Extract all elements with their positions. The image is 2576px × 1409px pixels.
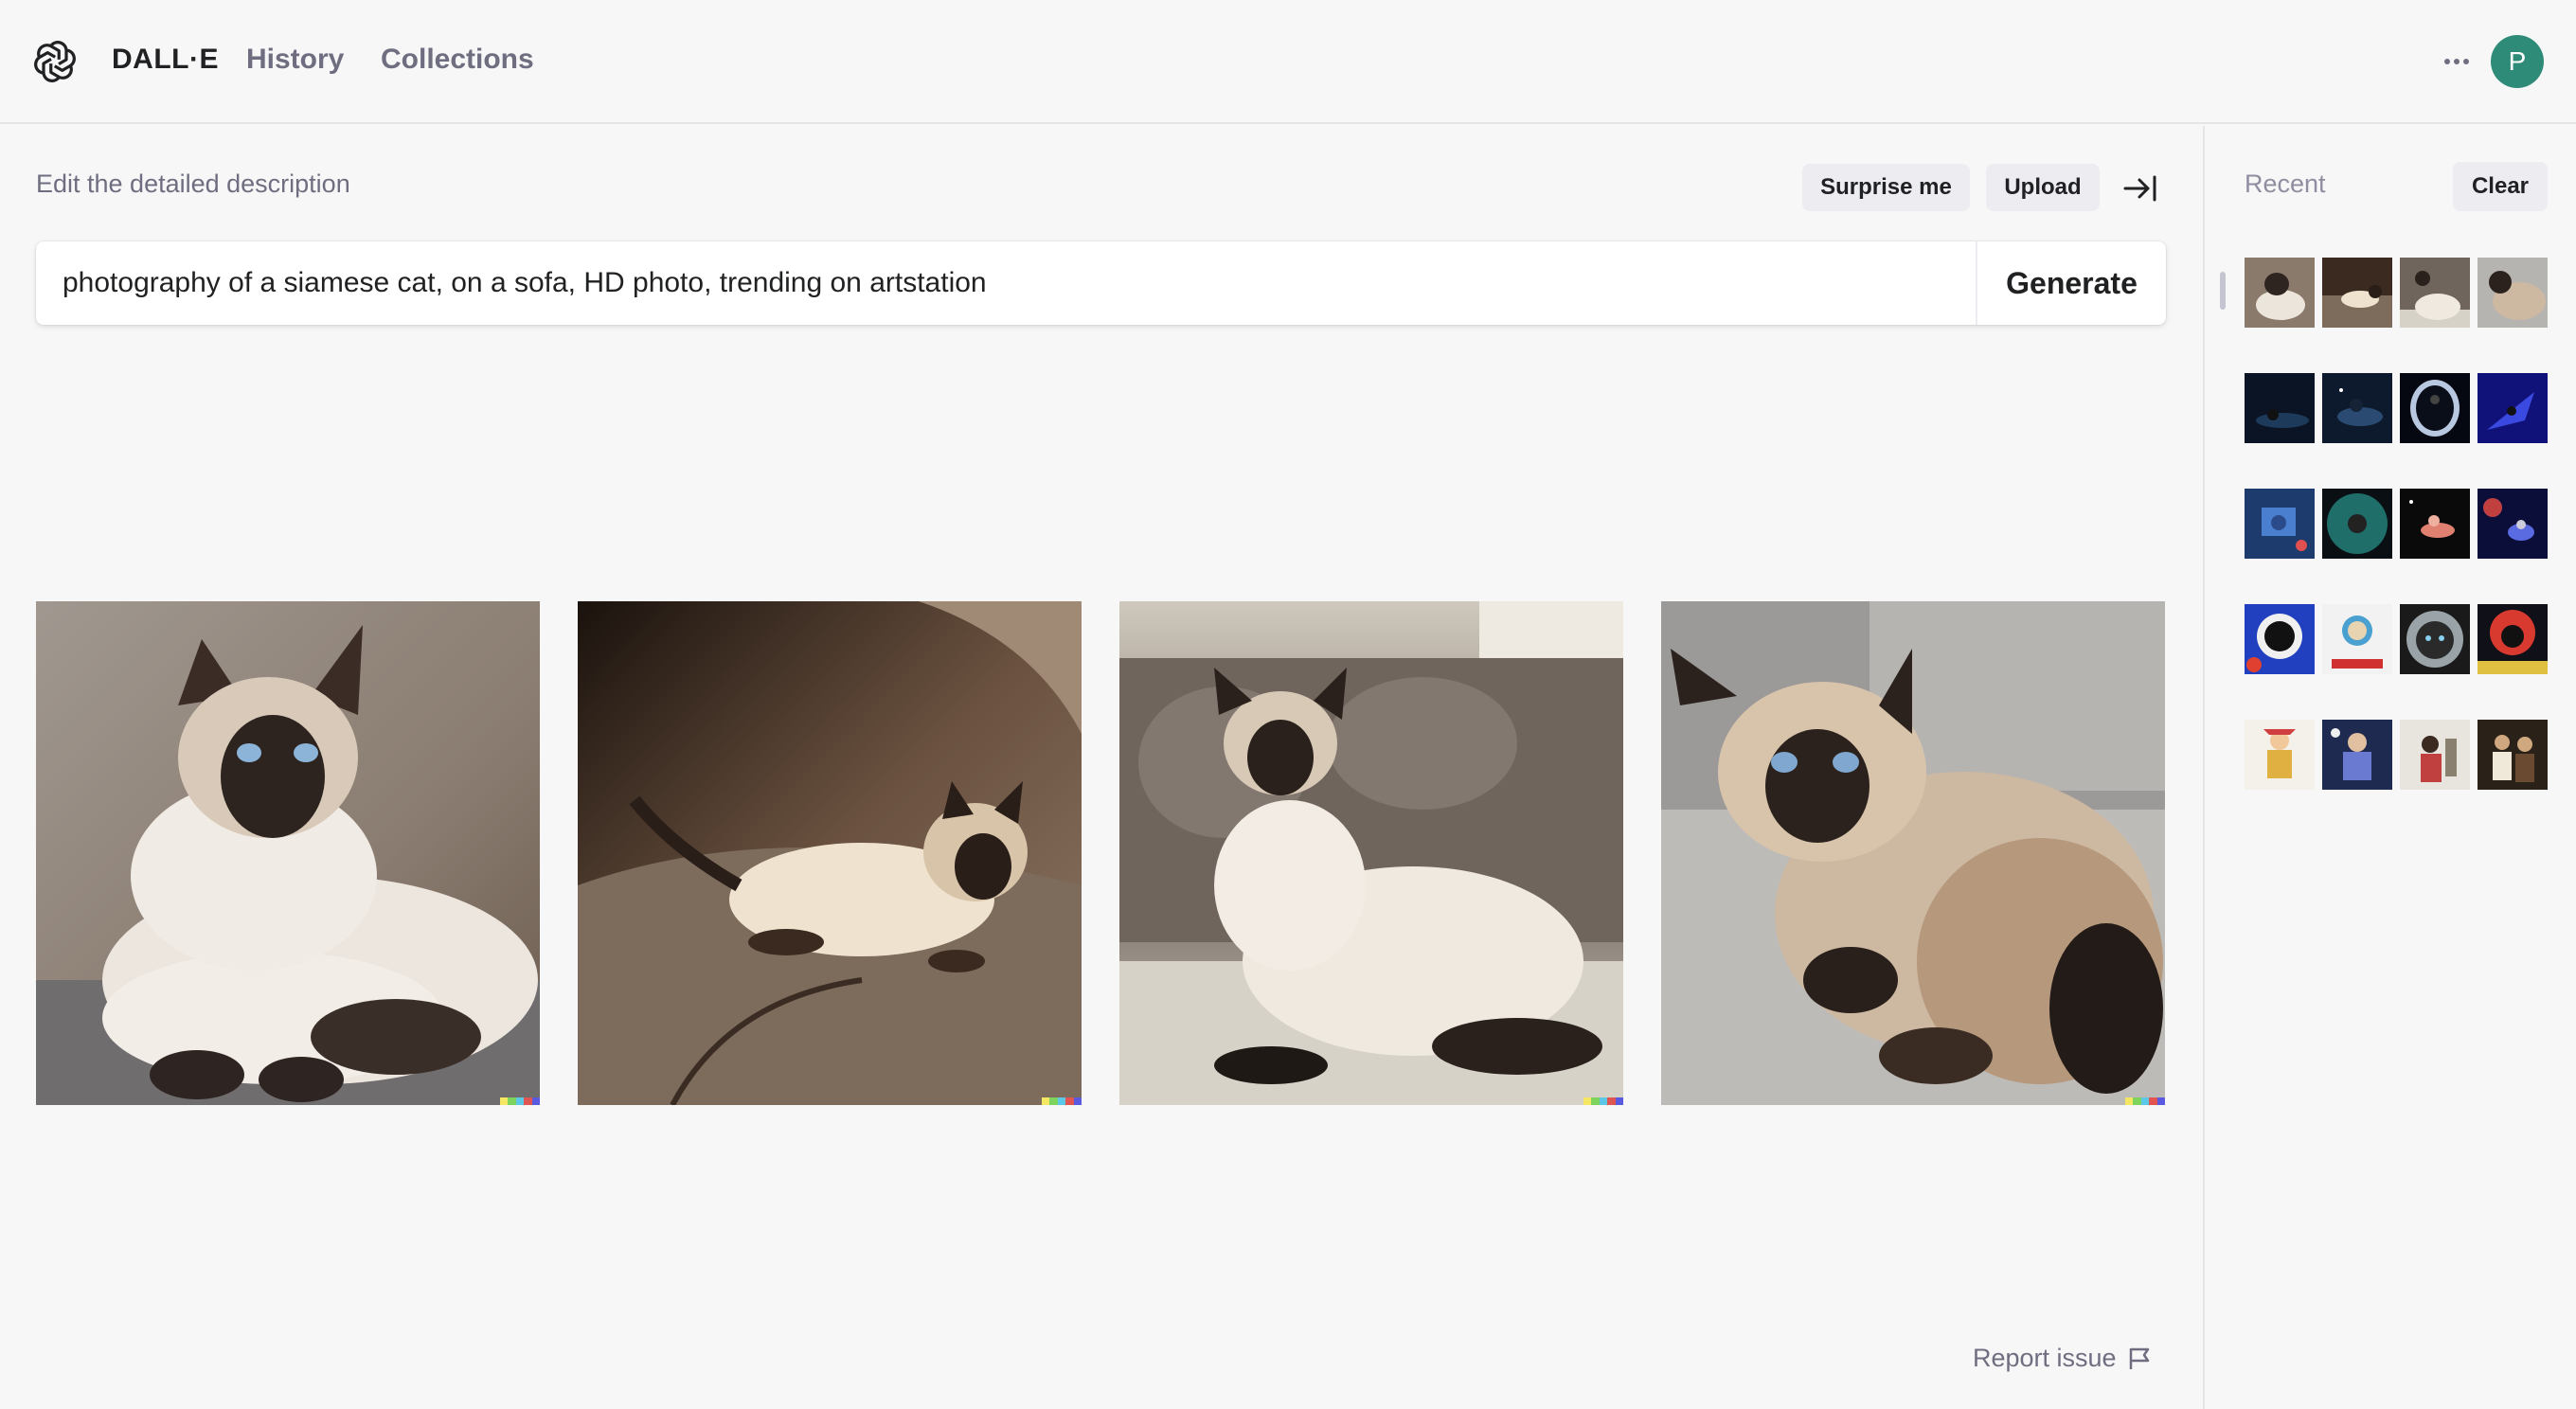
recent-thumbnail[interactable] [2478,720,2548,790]
recent-thumbnail[interactable] [2400,720,2470,790]
recent-thumbnail[interactable] [2322,604,2392,674]
recent-title: Recent [2245,169,2326,198]
recent-thumbnail[interactable] [2400,489,2470,559]
recent-thumbnail[interactable] [2400,258,2470,328]
prompt-box: Generate [36,241,2166,325]
recent-thumbnail[interactable] [2478,373,2548,443]
recent-sidebar: Recent Clear [2203,126,2576,1409]
generate-button[interactable]: Generate [1976,241,2166,325]
prompt-input[interactable] [36,241,1976,325]
result-image-1[interactable] [36,601,540,1105]
more-options-icon[interactable] [2438,45,2476,78]
surprise-me-button[interactable]: Surprise me [1802,164,1970,211]
recent-thumbnail[interactable] [2478,258,2548,328]
user-avatar[interactable]: P [2491,35,2544,88]
cat-photo-1 [36,601,540,1105]
recent-thumbnail[interactable] [2322,258,2392,328]
recent-thumbnail[interactable] [2245,489,2315,559]
nav-collections[interactable]: Collections [381,44,534,76]
upload-button[interactable]: Upload [1986,164,2100,211]
brand-name[interactable]: DALL·E [112,44,219,76]
signature-mark [1042,1097,1082,1105]
report-issue-link[interactable]: Report issue [1973,1344,2151,1373]
signature-mark [500,1097,540,1105]
report-issue-label: Report issue [1973,1344,2117,1372]
recent-thumbnail[interactable] [2400,604,2470,674]
recent-thumbnail[interactable] [2245,258,2315,328]
recent-thumbnail[interactable] [2322,489,2392,559]
recent-thumbnail[interactable] [2322,373,2392,443]
cat-photo-3 [1119,601,1623,1105]
top-bar: DALL·E History Collections P [0,0,2576,124]
result-image-3[interactable] [1119,601,1623,1105]
signature-mark [1583,1097,1623,1105]
cat-photo-4 [1661,601,2165,1105]
openai-logo-icon[interactable] [33,40,77,83]
result-image-4[interactable] [1661,601,2165,1105]
recent-thumbnail[interactable] [2245,720,2315,790]
clear-button[interactable]: Clear [2453,162,2548,211]
flag-icon [2129,1347,2149,1369]
recent-thumbnail[interactable] [2245,604,2315,674]
cat-photo-2 [578,601,1082,1105]
prompt-caption: Edit the detailed description [36,169,350,198]
signature-mark [2125,1097,2165,1105]
sidebar-scrollbar[interactable] [2220,272,2226,310]
nav-history[interactable]: History [246,44,344,76]
recent-thumbnail[interactable] [2245,373,2315,443]
recent-thumbnail[interactable] [2400,373,2470,443]
collapse-sidebar-icon[interactable] [2121,169,2159,207]
recent-thumbnail[interactable] [2322,720,2392,790]
recent-thumbnail[interactable] [2478,489,2548,559]
main-panel: Edit the detailed description Surprise m… [0,126,2203,1409]
result-image-2[interactable] [578,601,1082,1105]
recent-thumbnail[interactable] [2478,604,2548,674]
